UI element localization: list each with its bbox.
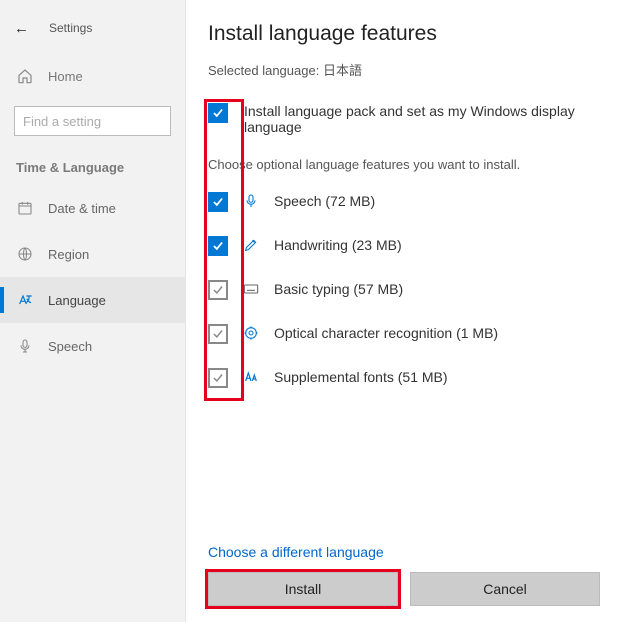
sidebar-item-home[interactable]: Home <box>0 56 185 96</box>
checkbox-basic-typing[interactable] <box>208 280 228 300</box>
arrow-left-icon: ← <box>14 20 29 37</box>
checkbox-install-pack[interactable] <box>208 103 228 123</box>
sidebar-item-region[interactable]: Region <box>0 231 185 277</box>
mic-icon <box>16 338 34 354</box>
page-title: Install language features <box>208 22 600 46</box>
checkbox-speech[interactable] <box>208 192 228 212</box>
checkbox-handwriting[interactable] <box>208 236 228 256</box>
settings-title: Settings <box>49 21 92 35</box>
home-label: Home <box>48 69 83 84</box>
font-icon <box>242 369 260 385</box>
pen-icon <box>242 237 260 253</box>
home-icon <box>16 68 34 84</box>
sidebar-item-date-time[interactable]: Date & time <box>0 185 185 231</box>
instruction-text: Choose optional language features you wa… <box>208 157 600 172</box>
nav-label: Date & time <box>48 201 116 216</box>
install-pack-label: Install language pack and set as my Wind… <box>244 101 600 135</box>
sidebar: ← Settings Home Time & Language Date & t… <box>0 0 186 622</box>
feature-label-handwriting: Handwriting (23 MB) <box>274 237 402 253</box>
choose-different-language-link[interactable]: Choose a different language <box>208 544 600 560</box>
install-button[interactable]: Install <box>208 572 398 606</box>
globe-icon <box>16 246 34 262</box>
selected-language: Selected language: 日本語 <box>208 60 600 79</box>
feature-label-speech: Speech (72 MB) <box>274 193 375 209</box>
feature-label-ocr: Optical character recognition (1 MB) <box>274 325 498 341</box>
mic-icon <box>242 193 260 209</box>
nav-label: Speech <box>48 339 92 354</box>
nav-label: Language <box>48 293 106 308</box>
search-input[interactable] <box>14 106 171 136</box>
main-panel: Install language features Selected langu… <box>186 0 622 622</box>
feature-label-basic-typing: Basic typing (57 MB) <box>274 281 403 297</box>
keyboard-icon <box>242 282 260 296</box>
checkbox-fonts[interactable] <box>208 368 228 388</box>
sidebar-item-language[interactable]: Language <box>0 277 185 323</box>
nav-label: Region <box>48 247 89 262</box>
section-header: Time & Language <box>0 142 185 185</box>
back-button[interactable]: ← Settings <box>0 12 185 44</box>
feature-label-fonts: Supplemental fonts (51 MB) <box>274 369 448 385</box>
sidebar-item-speech[interactable]: Speech <box>0 323 185 369</box>
ocr-icon <box>242 325 260 341</box>
language-icon <box>16 292 34 308</box>
calendar-clock-icon <box>16 200 34 216</box>
cancel-button[interactable]: Cancel <box>410 572 600 606</box>
checkbox-ocr[interactable] <box>208 324 228 344</box>
